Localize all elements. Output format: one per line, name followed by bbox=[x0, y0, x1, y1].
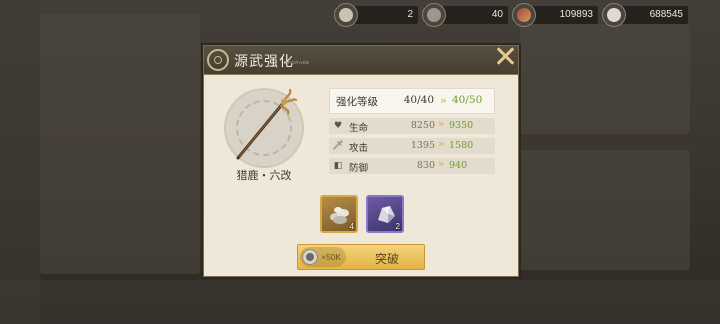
arrow-right-icon: » bbox=[438, 119, 445, 130]
resource-value: 40 bbox=[491, 9, 503, 20]
stat-label: 防御 bbox=[349, 163, 369, 174]
level-next: 40/50 bbox=[452, 94, 483, 106]
staff-weapon-icon bbox=[236, 88, 298, 160]
upgrade-dialog: 源武强化 UPGRADE 猎鹿・六改 强化等级 40/40 » 40/50 ♥ … bbox=[203, 45, 519, 277]
resource-silver-coin[interactable]: 688545 bbox=[602, 3, 688, 27]
silver-ore-icon bbox=[334, 3, 358, 27]
close-icon[interactable] bbox=[492, 43, 520, 71]
arrow-right-icon: » bbox=[438, 159, 445, 170]
level-current: 40/40 bbox=[403, 94, 434, 106]
breakthrough-button[interactable]: ×50K 突破 bbox=[297, 244, 425, 270]
stat-label: 攻击 bbox=[349, 143, 369, 154]
sword-icon: 🗡 bbox=[332, 141, 344, 151]
material-crystal-stone[interactable]: 2 bbox=[366, 195, 404, 233]
weapon-name: 猎鹿・六改 bbox=[236, 169, 292, 182]
stat-label: 生命 bbox=[349, 123, 369, 134]
cost-amount: ×50K bbox=[321, 252, 342, 262]
stat-row-hp: ♥ 生命 8250 » 9350 bbox=[329, 118, 495, 134]
crystal-stone-icon bbox=[378, 206, 395, 223]
stat-row-attack: 🗡 攻击 1395 » 1580 bbox=[329, 138, 495, 154]
stat-current: 8250 bbox=[410, 120, 435, 131]
resource-stone-ore[interactable]: 40 bbox=[422, 3, 508, 27]
breakthrough-label: 突破 bbox=[375, 252, 400, 266]
silver-ore-pile-icon bbox=[330, 207, 349, 224]
dialog-header: 源武强化 UPGRADE bbox=[204, 46, 518, 75]
level-label: 强化等级 bbox=[336, 96, 378, 108]
material-count: 4 bbox=[349, 222, 354, 231]
dialog-subtitle: UPGRADE bbox=[284, 60, 310, 65]
material-count: 2 bbox=[395, 222, 400, 231]
enhance-level-row: 强化等级 40/40 » 40/50 bbox=[329, 88, 495, 114]
silver-coin-icon bbox=[602, 3, 626, 27]
stat-current: 830 bbox=[416, 160, 435, 171]
feather-icon bbox=[512, 3, 536, 27]
arrow-right-icon: » bbox=[438, 139, 445, 150]
emblem-icon bbox=[207, 49, 229, 71]
heart-icon: ♥ bbox=[333, 121, 343, 131]
resource-value: 688545 bbox=[649, 9, 683, 20]
resource-value: 2 bbox=[407, 9, 413, 20]
stat-next: 9350 bbox=[449, 120, 474, 131]
stat-current: 1395 bbox=[410, 140, 435, 151]
stat-next: 940 bbox=[449, 160, 468, 171]
silver-coin-icon bbox=[302, 249, 318, 265]
material-silver-ore[interactable]: 4 bbox=[320, 195, 358, 233]
stats-panel: 强化等级 40/40 » 40/50 ♥ 生命 8250 » 9350 🗡 攻击… bbox=[329, 88, 495, 174]
stat-next: 1580 bbox=[449, 140, 474, 151]
resource-silver-ore[interactable]: 2 bbox=[334, 3, 418, 27]
arrow-right-icon: » bbox=[440, 94, 447, 107]
stat-row-defense: ◧ 防御 830 » 940 bbox=[329, 158, 495, 174]
shield-icon: ◧ bbox=[333, 161, 343, 171]
resource-value: 109893 bbox=[559, 9, 593, 20]
resource-feather[interactable]: 109893 bbox=[512, 3, 598, 27]
cost-pill: ×50K bbox=[300, 247, 346, 267]
stone-ore-icon bbox=[422, 3, 446, 27]
